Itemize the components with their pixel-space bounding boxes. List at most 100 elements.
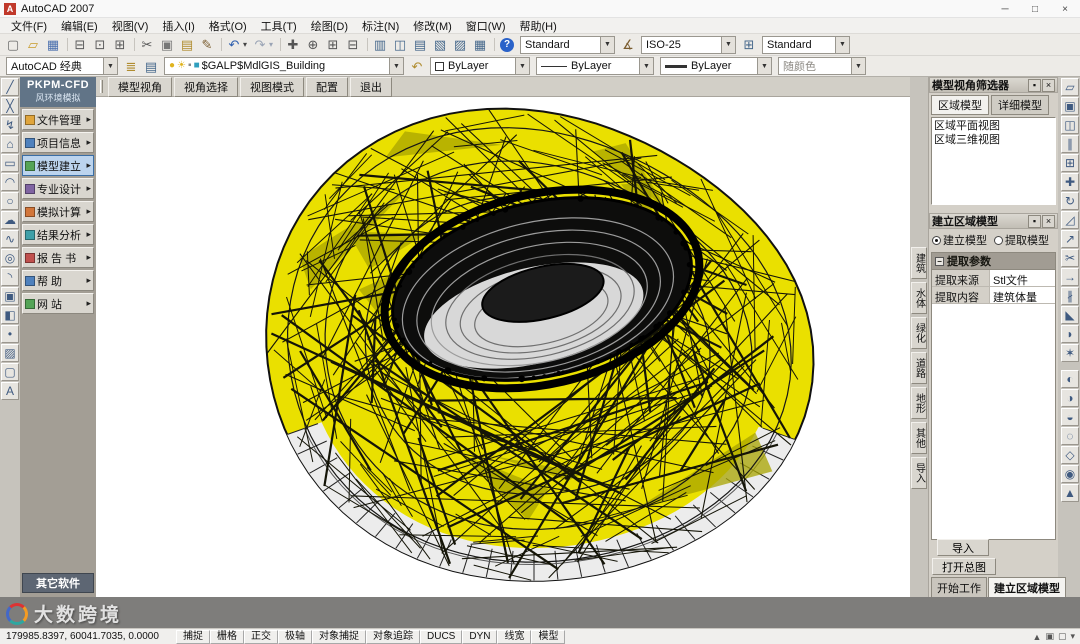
- rectangle-icon[interactable]: ▭: [1, 154, 19, 172]
- minimize-button[interactable]: ─: [990, 0, 1020, 18]
- maximize-button[interactable]: □: [1020, 0, 1050, 18]
- category-tab-other[interactable]: 其他: [911, 422, 927, 454]
- category-tab-road[interactable]: 道路: [911, 352, 927, 384]
- pin-icon[interactable]: ▪: [1028, 214, 1041, 228]
- undo-arrow-icon[interactable]: ▾: [240, 35, 250, 54]
- close-icon[interactable]: ×: [1042, 214, 1055, 228]
- linetype-combo[interactable]: ByLayer ▼: [536, 57, 654, 75]
- tool-palettes-icon[interactable]: ▤: [410, 35, 430, 54]
- intersect-icon[interactable]: ◒: [1061, 408, 1079, 426]
- category-tab-terrain[interactable]: 地形: [911, 387, 927, 419]
- status-tray-icon[interactable]: ▣: [1045, 631, 1054, 642]
- copy-object-icon[interactable]: ▣: [1061, 97, 1079, 115]
- ellipse-arc-icon[interactable]: ◝: [1, 268, 19, 286]
- ortho-toggle[interactable]: 正交: [244, 629, 278, 644]
- stretch-icon[interactable]: ↗: [1061, 230, 1079, 248]
- orbit-icon[interactable]: ◌: [1061, 427, 1079, 445]
- polyline-icon[interactable]: ↯: [1, 116, 19, 134]
- radio-extract-model[interactable]: 提取模型: [994, 232, 1049, 248]
- otrack-toggle[interactable]: 对象追踪: [366, 629, 420, 644]
- category-tab-green[interactable]: 绿化: [911, 317, 927, 349]
- tab-build-region[interactable]: 建立区域模型: [988, 577, 1066, 599]
- shade-icon[interactable]: ◉: [1061, 465, 1079, 483]
- redo-arrow-icon[interactable]: ▾: [266, 35, 276, 54]
- pkpm-item-model-build[interactable]: 模型建立 ▸: [22, 155, 94, 176]
- dyn-toggle[interactable]: DYN: [462, 629, 498, 644]
- offset-icon[interactable]: ∥: [1061, 135, 1079, 153]
- zoom-window-icon[interactable]: ⊞: [323, 35, 343, 54]
- render-icon[interactable]: ▲: [1061, 484, 1079, 502]
- chamfer-icon[interactable]: ◣: [1061, 306, 1079, 324]
- menu-item[interactable]: 编辑(E): [54, 18, 105, 34]
- array-icon[interactable]: ⊞: [1061, 154, 1079, 172]
- pkpm-item-pro-design[interactable]: 专业设计 ▸: [22, 178, 94, 199]
- circle-icon[interactable]: ○: [1, 192, 19, 210]
- tray-chevron-icon[interactable]: ▾: [1070, 631, 1075, 642]
- category-tab-water[interactable]: 水体: [911, 282, 927, 314]
- pkpm-item-result-analysis[interactable]: 结果分析 ▸: [22, 224, 94, 245]
- ducs-toggle[interactable]: DUCS: [420, 629, 463, 644]
- view-list-item[interactable]: 区域平面视图: [934, 119, 1053, 133]
- menu-item[interactable]: 文件(F): [4, 18, 54, 34]
- other-software-button[interactable]: 其它软件: [22, 573, 94, 593]
- match-properties-icon[interactable]: ✎: [197, 35, 217, 54]
- pkpm-item-report[interactable]: 报 告 书 ▸: [22, 247, 94, 268]
- view-select-button[interactable]: 视角选择: [174, 76, 238, 97]
- pan-icon[interactable]: ✚: [283, 35, 303, 54]
- copy-icon[interactable]: ▣: [157, 35, 177, 54]
- command-area[interactable]: 大数跨境: [0, 597, 1080, 628]
- zoom-previous-icon[interactable]: ⊟: [343, 35, 363, 54]
- open-site-plan-button[interactable]: 打开总图: [932, 558, 996, 575]
- category-tab-building[interactable]: 建筑: [911, 247, 927, 279]
- arc-icon[interactable]: ◠: [1, 173, 19, 191]
- import-button[interactable]: 导入: [937, 539, 989, 556]
- plot-icon[interactable]: ⊟: [70, 35, 90, 54]
- menu-item[interactable]: 帮助(H): [513, 18, 564, 34]
- layer-properties-icon[interactable]: ≣: [121, 57, 141, 76]
- sep[interactable]: [490, 35, 497, 54]
- params-group-header[interactable]: − 提取参数: [932, 253, 1055, 270]
- close-icon[interactable]: ×: [1042, 78, 1055, 92]
- hatch-icon[interactable]: ▨: [1, 344, 19, 362]
- explode-icon[interactable]: ✶: [1061, 344, 1079, 362]
- tablestyle-icon[interactable]: ⊞: [739, 35, 759, 54]
- pkpm-item-simulation[interactable]: 模拟计算 ▸: [22, 201, 94, 222]
- region-icon[interactable]: ▢: [1, 363, 19, 381]
- mtext-icon[interactable]: A: [1, 382, 19, 400]
- break-icon[interactable]: ∦: [1061, 287, 1079, 305]
- toolbar-grip[interactable]: [100, 80, 103, 93]
- align-icon[interactable]: ◇: [1061, 446, 1079, 464]
- spline-icon[interactable]: ∿: [1, 230, 19, 248]
- menu-item[interactable]: 工具(T): [254, 18, 304, 34]
- layer-previous-icon[interactable]: ↶: [407, 57, 427, 76]
- dimstyle-combo[interactable]: ISO-25 ▼: [641, 35, 736, 54]
- extend-icon[interactable]: →: [1061, 268, 1079, 286]
- fillet-icon[interactable]: ◗: [1061, 325, 1079, 343]
- move-icon[interactable]: ✚: [1061, 173, 1079, 191]
- tab-detail-model[interactable]: 详细模型: [991, 95, 1049, 115]
- workspace-combo[interactable]: AutoCAD 经典 ▼: [6, 57, 118, 75]
- cut-icon[interactable]: ✂: [137, 35, 157, 54]
- union-icon[interactable]: ◐: [1061, 370, 1079, 388]
- pin-icon[interactable]: ▪: [1028, 78, 1041, 92]
- properties-icon[interactable]: ▥: [370, 35, 390, 54]
- markup-icon[interactable]: ▨: [450, 35, 470, 54]
- grid-toggle[interactable]: 栅格: [210, 629, 244, 644]
- pkpm-item-help[interactable]: 帮 助 ▸: [22, 270, 94, 291]
- collapse-icon[interactable]: −: [935, 256, 944, 266]
- layer-states-icon[interactable]: ▤: [141, 57, 161, 76]
- sep[interactable]: [217, 35, 224, 54]
- view-list-item[interactable]: 区域三维视图: [934, 133, 1053, 147]
- view-mode-button[interactable]: 视图模式: [240, 76, 304, 97]
- help-icon[interactable]: ?: [497, 35, 517, 54]
- sheet-set-manager-icon[interactable]: ▧: [430, 35, 450, 54]
- layer-combo[interactable]: ● ☀ ▪ ■ $GALP$MdlGIS_Building ▼: [164, 57, 404, 75]
- ellipse-icon[interactable]: ◎: [1, 249, 19, 267]
- open-icon[interactable]: ▱: [23, 35, 43, 54]
- radio-build-model[interactable]: 建立模型: [932, 232, 987, 248]
- pkpm-item-website[interactable]: 网 站 ▸: [22, 293, 94, 314]
- menu-item[interactable]: 绘图(D): [304, 18, 355, 34]
- insert-block-icon[interactable]: ▣: [1, 287, 19, 305]
- quickcalc-icon[interactable]: ▦: [470, 35, 490, 54]
- config-button[interactable]: 配置: [306, 76, 348, 97]
